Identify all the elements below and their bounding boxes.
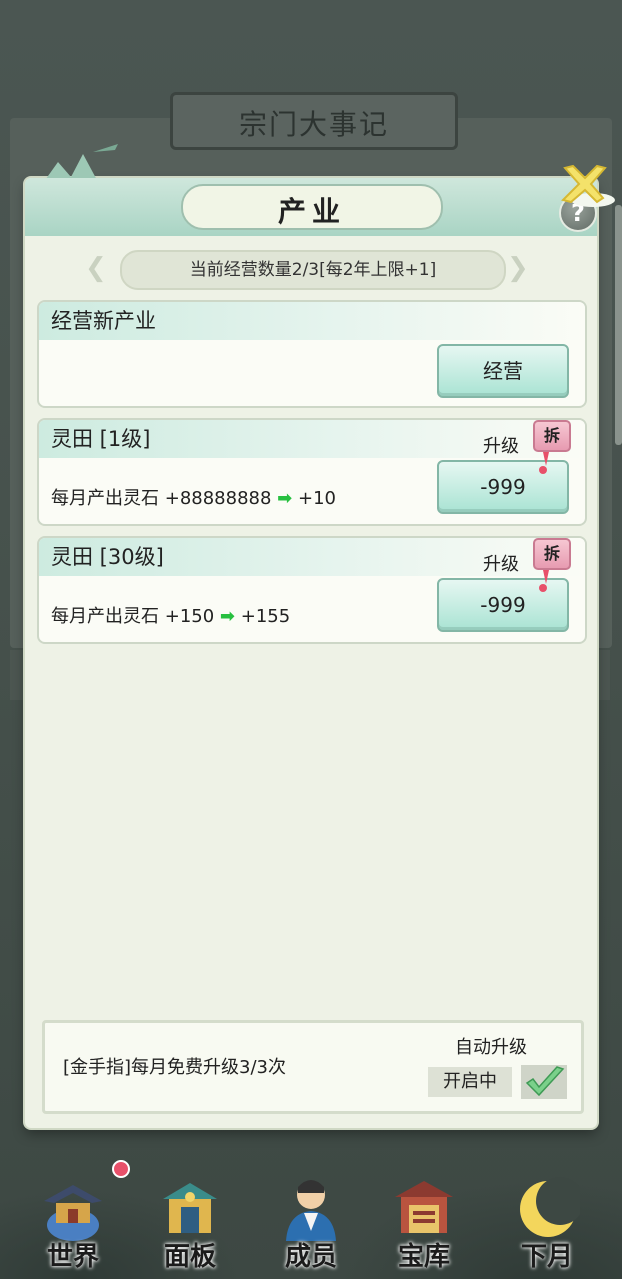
nav-next-month[interactable]: 下月: [492, 1150, 602, 1279]
moon-icon: [520, 1177, 580, 1237]
left-ornament: ❮: [85, 253, 107, 283]
auto-upgrade-checkbox[interactable]: [521, 1065, 567, 1099]
alert-icon: [539, 452, 549, 474]
output-label: 每月产出灵石: [51, 606, 159, 627]
palace-icon: [44, 1185, 102, 1241]
nav-badge: [112, 1160, 130, 1178]
nav-label: 宝库: [397, 1242, 450, 1272]
new-industry-title: 经营新产业: [51, 309, 156, 333]
new-industry-card: 经营新产业 经营: [37, 300, 587, 408]
free-upgrade-text: [金手指]每月免费升级3/3次: [63, 1057, 287, 1078]
modal-header: 产业 ?: [25, 178, 597, 236]
nav-panel[interactable]: 面板: [135, 1150, 245, 1279]
output-line: 每月产出灵石 +150 ➡ +155: [51, 602, 290, 628]
industry-name: 灵田 [1级]: [51, 427, 151, 451]
output-next: +155: [240, 606, 291, 627]
output-next: +10: [298, 488, 336, 509]
alert-icon: [539, 570, 549, 592]
background-title: 宗门大事记: [238, 108, 389, 141]
nav-label: 面板: [163, 1242, 216, 1272]
disciple-icon: [286, 1180, 336, 1241]
demolish-button[interactable]: 拆: [533, 538, 571, 570]
demolish-button[interactable]: 拆: [533, 420, 571, 452]
industry-name: 灵田 [30级]: [51, 545, 164, 569]
modal-title: 产业: [277, 195, 346, 228]
card-header: 经营新产业: [39, 302, 585, 340]
bottom-nav: 世界 面板 成员 宝库 下月: [0, 1150, 622, 1279]
auto-upgrade-state: 开启中: [428, 1067, 512, 1097]
operate-button[interactable]: 经营: [437, 344, 569, 398]
right-ornament: ❯: [507, 253, 529, 283]
gate-icon: [163, 1183, 217, 1233]
arrow-right-icon: ➡: [277, 488, 293, 509]
upgrade-button[interactable]: -999: [437, 460, 569, 514]
background-title-plaque: 宗门大事记: [170, 92, 458, 150]
auto-upgrade-label: 自动升级: [455, 1037, 527, 1058]
nav-members[interactable]: 成员: [256, 1150, 366, 1279]
output-line: 每月产出灵石 +88888888 ➡ +10: [51, 484, 336, 510]
nav-treasury[interactable]: 宝库: [369, 1150, 479, 1279]
output-current: +88888888: [164, 488, 272, 509]
nav-label: 下月: [520, 1242, 573, 1272]
close-icon[interactable]: [553, 160, 615, 210]
output-label: 每月产出灵石: [51, 488, 159, 509]
industry-modal: 产业 ? ❮ 当前经营数量2/3[每2年上限+1] ❯ 经营新产业 经营 灵田 …: [25, 144, 615, 1128]
output-current: +150: [164, 606, 215, 627]
golden-finger-box: [金手指]每月免费升级3/3次 自动升级 开启中: [42, 1020, 584, 1114]
title-pill: 产业 ?: [181, 184, 597, 232]
upgrade-button[interactable]: -999: [437, 578, 569, 632]
nav-label: 成员: [284, 1242, 337, 1272]
background-scrollbar: [615, 205, 622, 445]
upgrade-label: 升级: [483, 554, 519, 575]
arrow-right-icon: ➡: [219, 606, 236, 627]
industry-card: 灵田 [1级] 升级 每月产出灵石 +88888888 ➡ +10 -999: [37, 418, 587, 526]
nav-world[interactable]: 世界: [18, 1150, 130, 1279]
nav-label: 世界: [46, 1242, 99, 1272]
upgrade-label: 升级: [483, 436, 519, 457]
operation-count-info: 当前经营数量2/3[每2年上限+1]: [120, 250, 506, 290]
treasury-icon: [395, 1181, 453, 1233]
industry-card: 灵田 [30级] 升级 每月产出灵石 +150 ➡ +155 -999: [37, 536, 587, 644]
